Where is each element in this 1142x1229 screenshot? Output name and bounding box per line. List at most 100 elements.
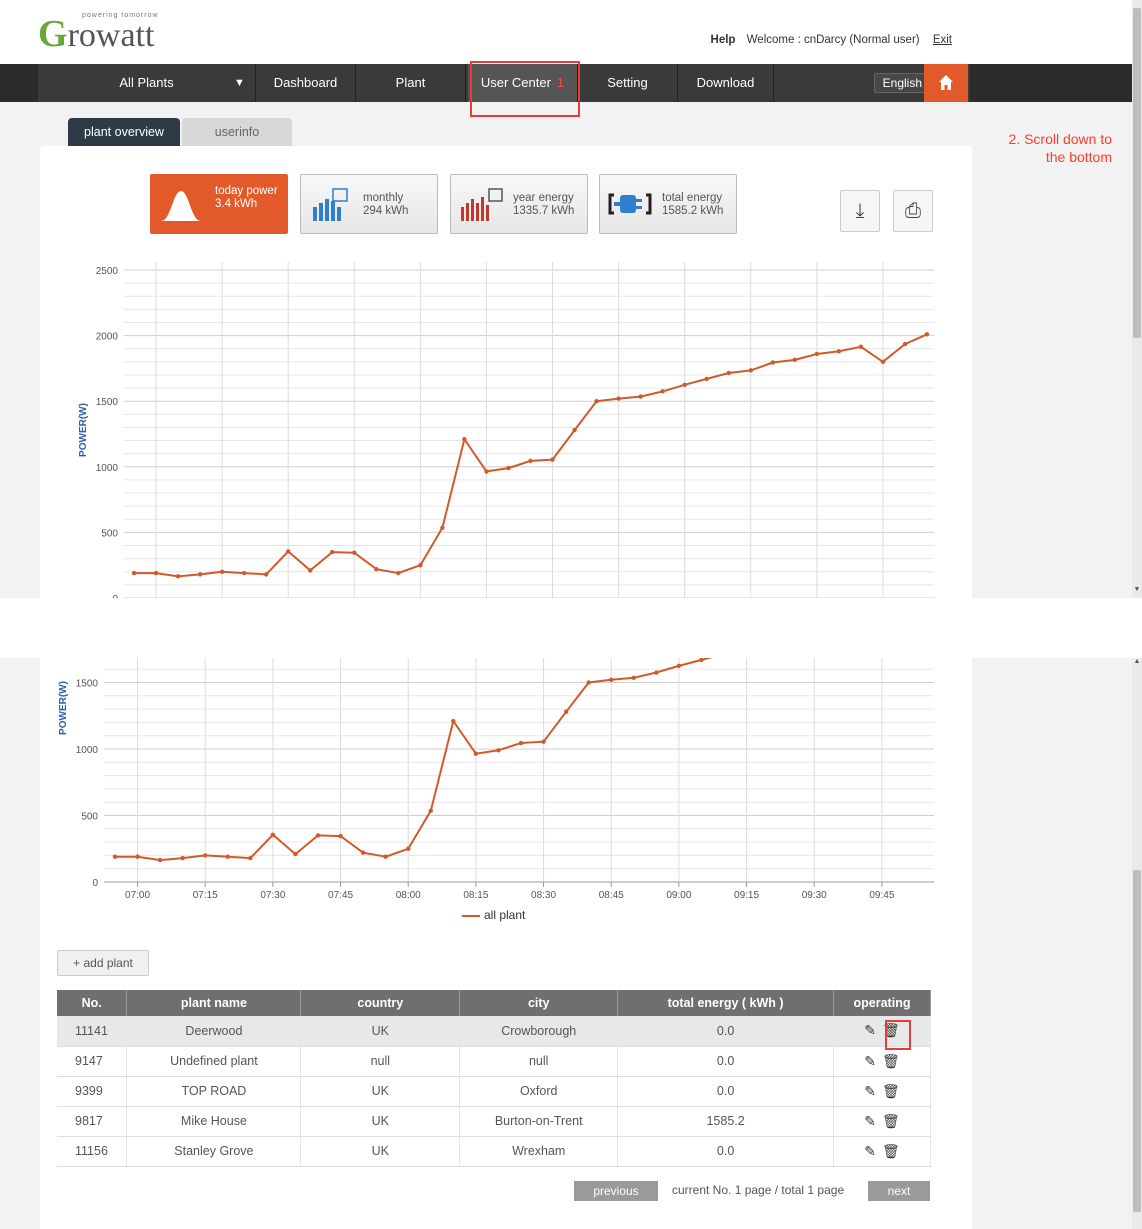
cell-operating: ✎ 🗑	[833, 1106, 931, 1137]
x-tick-label: 08:30	[531, 890, 556, 901]
next-button[interactable]: next	[868, 1181, 930, 1201]
data-point	[609, 677, 614, 683]
col-plant-name: plant name	[126, 990, 302, 1016]
data-point	[572, 427, 577, 433]
data-point	[135, 854, 140, 859]
cell-no: 9147	[57, 1046, 128, 1077]
col-operating: operating	[833, 990, 931, 1016]
data-point	[496, 748, 501, 753]
x-tick-label: 07:30	[260, 890, 285, 901]
y-tick-label: 500	[81, 812, 98, 823]
data-point	[285, 549, 291, 554]
chart-legend[interactable]: all plant	[462, 908, 525, 922]
series-group	[131, 332, 930, 579]
data-point	[293, 851, 298, 857]
edit-icon[interactable]: ✎	[864, 1113, 876, 1130]
delete-icon[interactable]: 🗑	[882, 1143, 900, 1160]
edit-icon[interactable]: ✎	[864, 1143, 876, 1160]
y-tick-label: 1000	[96, 463, 119, 474]
data-point	[924, 332, 930, 337]
delete-icon[interactable]: 🗑	[882, 1113, 900, 1130]
cell-city: Crowborough	[459, 1016, 619, 1047]
data-point	[814, 351, 820, 357]
data-point	[131, 570, 137, 576]
y-tick-label: 2500	[96, 266, 119, 277]
data-point	[112, 854, 118, 859]
x-tick-label: 08:00	[396, 890, 421, 901]
edit-icon[interactable]: ✎	[864, 1083, 876, 1100]
table-row[interactable]: 9817 Mike House UK Burton-on-Trent 1585.2 ✎ 🗑	[57, 1106, 931, 1137]
cell-no: 9399	[57, 1076, 128, 1107]
table-row[interactable]: 11141 Deerwood UK Crowborough 0.0 ✎ 🗑	[57, 1016, 931, 1047]
cell-total-energy: 1585.2	[617, 1106, 834, 1137]
cell-operating: ✎ 🗑	[833, 1046, 931, 1077]
data-point	[676, 663, 682, 669]
table-row[interactable]: 11156 Stanley Grove UK Wrexham 0.0 ✎ 🗑	[57, 1136, 931, 1167]
add-plant-button[interactable]: + add plant	[57, 950, 149, 976]
data-point	[374, 566, 379, 572]
data-point	[157, 857, 163, 863]
previous-button[interactable]: previous	[574, 1181, 658, 1201]
edit-icon[interactable]: ✎	[864, 1022, 876, 1039]
data-point	[219, 569, 225, 574]
bottom-screenshot-panel: 0 500 1000 1500 07:00 07:15 07:30 07:45 08:00 08:…	[0, 658, 1142, 1229]
scroll-down-arrow-icon[interactable]: ▼	[1132, 586, 1142, 596]
data-point	[352, 550, 357, 555]
data-point	[550, 457, 555, 462]
series-line	[115, 658, 713, 862]
table-row[interactable]: 9399 TOP ROAD UK Oxford 0.0 ✎ 🗑	[57, 1076, 931, 1107]
cell-no: 11156	[57, 1136, 128, 1167]
edit-icon[interactable]: ✎	[864, 1053, 876, 1070]
data-point	[616, 396, 621, 401]
cell-total-energy: 0.0	[617, 1016, 834, 1047]
top-screenshot-panel: Growatt powering tomorrow Help Welcome :…	[0, 0, 1142, 598]
series-line	[134, 333, 928, 578]
cell-total-energy: 0.0	[617, 1076, 834, 1107]
data-point	[175, 574, 181, 579]
delete-icon[interactable]: 🗑	[882, 1083, 900, 1100]
cell-country: UK	[300, 1106, 461, 1137]
cell-country: UK	[300, 1136, 461, 1167]
delete-icon[interactable]: 🗑	[882, 1053, 900, 1070]
cell-city: Wrexham	[459, 1136, 619, 1167]
x-tick-label: 08:15	[463, 890, 488, 901]
cell-plant-name: Mike House	[126, 1106, 302, 1137]
cell-total-energy: 0.0	[617, 1046, 834, 1077]
data-point	[518, 740, 524, 746]
col-city: city	[459, 990, 619, 1016]
data-point	[203, 853, 208, 858]
cell-plant-name: Undefined plant	[126, 1046, 302, 1077]
data-point	[451, 718, 456, 724]
table-header-row: No. plant name country city total energy…	[57, 990, 931, 1016]
data-point	[699, 658, 704, 663]
scrollbar-thumb-bottom[interactable]	[1133, 870, 1141, 1212]
data-point	[473, 751, 479, 756]
data-point	[315, 833, 321, 838]
data-point	[383, 854, 388, 859]
data-point	[462, 437, 467, 442]
y-tick-label: 0	[112, 594, 118, 598]
y-tick-label: 1000	[76, 745, 99, 756]
y-tick-label: 2000	[96, 332, 119, 343]
data-point	[902, 341, 908, 347]
cell-total-energy: 0.0	[617, 1136, 834, 1167]
y-axis-label: POWER(W)	[78, 403, 89, 457]
scrollbar-thumb-top[interactable]	[1133, 8, 1141, 338]
cell-plant-name: Deerwood	[126, 1016, 302, 1047]
data-point	[748, 368, 753, 373]
data-point	[792, 357, 798, 363]
x-tick-label: 09:00	[666, 890, 691, 901]
y-axis-label: POWER(W)	[58, 681, 69, 735]
y-tick-label: 1500	[96, 397, 119, 408]
data-point	[631, 675, 636, 681]
data-point	[241, 570, 247, 576]
data-point	[726, 370, 731, 376]
data-point	[180, 855, 185, 861]
cell-no: 9817	[57, 1106, 128, 1137]
table-row[interactable]: 9147 Undefined plant null null 0.0 ✎ 🗑	[57, 1046, 931, 1077]
cell-operating: ✎ 🗑	[833, 1016, 931, 1047]
x-tick-label: 09:45	[869, 890, 894, 901]
cell-plant-name: Stanley Grove	[126, 1136, 302, 1167]
scroll-up-arrow-icon[interactable]: ▲	[1132, 658, 1142, 668]
x-tick-label: 07:15	[193, 890, 218, 901]
